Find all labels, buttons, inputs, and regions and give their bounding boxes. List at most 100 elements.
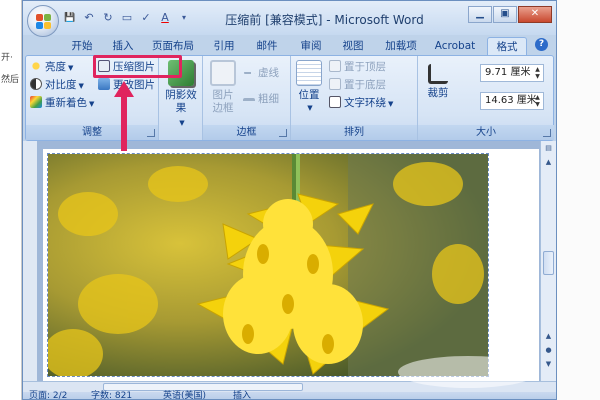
weight-button[interactable]: 粗细 bbox=[243, 92, 279, 106]
flower-image bbox=[48, 154, 488, 376]
group-arrange-label: 排列 bbox=[291, 125, 417, 140]
minimize-button[interactable]: ▁ bbox=[468, 6, 492, 23]
ribbon-tabs: 开始 插入 页面布局 引用 邮件 审阅 视图 加载项 Acrobat 格式 ? bbox=[23, 35, 556, 55]
tab-page-layout[interactable]: 页面布局 bbox=[143, 37, 203, 55]
office-logo-icon bbox=[36, 14, 51, 29]
border-dialog-launcher-icon[interactable] bbox=[279, 129, 287, 137]
dashes-label: 虚线 bbox=[258, 67, 279, 79]
horizontal-scroll-thumb[interactable] bbox=[103, 383, 303, 391]
close-button[interactable]: ✕ bbox=[518, 6, 552, 23]
picture-border-label-2: 边框 bbox=[212, 102, 234, 114]
position-button[interactable]: 位置 ▼ bbox=[293, 60, 325, 115]
vertical-scroll-thumb[interactable] bbox=[543, 251, 554, 275]
height-value: 9.71 厘米 bbox=[485, 67, 531, 78]
scroll-up-icon[interactable]: ▲ bbox=[543, 157, 554, 168]
brightness-icon bbox=[30, 60, 42, 72]
recolor-icon bbox=[30, 96, 42, 108]
compress-pictures-highlight bbox=[93, 55, 182, 78]
status-bar: 页面: 2/2 字数: 821 英语(美国) 插入 bbox=[23, 391, 556, 399]
crop-label: 裁剪 bbox=[427, 87, 449, 99]
bring-to-front-icon bbox=[329, 60, 341, 72]
tab-format[interactable]: 格式 bbox=[487, 37, 527, 55]
recolor-label: 重新着色 bbox=[45, 97, 87, 109]
weight-icon bbox=[243, 98, 255, 104]
tab-home[interactable]: 开始 bbox=[63, 37, 101, 55]
bring-to-front-label: 置于顶层 bbox=[344, 61, 386, 73]
weight-label: 粗细 bbox=[258, 93, 279, 105]
crop-button[interactable]: 裁剪 bbox=[420, 60, 456, 100]
group-size-label: 大小 bbox=[418, 125, 554, 140]
text-wrap-button[interactable]: 文字环绕 ▼ bbox=[329, 96, 393, 111]
tab-addins[interactable]: 加载项 bbox=[379, 37, 423, 55]
tab-references[interactable]: 引用 bbox=[208, 37, 240, 55]
restore-button[interactable]: ▣ bbox=[493, 6, 517, 23]
group-border: 图片 边框 虚线 粗细 边框 bbox=[203, 56, 291, 140]
position-label: 位置 bbox=[298, 89, 320, 101]
width-icon bbox=[462, 94, 474, 106]
brightness-button[interactable]: 亮度 ▼ bbox=[30, 60, 73, 75]
adjust-dialog-launcher-icon[interactable] bbox=[147, 129, 155, 137]
background-right bbox=[557, 0, 600, 400]
picture-border-button[interactable]: 图片 边框 bbox=[205, 60, 241, 115]
forsythia-photo[interactable] bbox=[47, 153, 489, 377]
document-area: ▤ ▲ ▲ ● ▼ bbox=[23, 141, 556, 381]
background-text-2: 然后 bbox=[1, 75, 20, 85]
tab-review[interactable]: 审阅 bbox=[295, 37, 327, 55]
text-wrap-icon bbox=[329, 96, 341, 108]
background-document: 开· 然后 bbox=[0, 0, 22, 400]
crop-icon bbox=[428, 64, 448, 84]
select-browse-object-icon[interactable]: ● bbox=[543, 345, 554, 356]
shadow-effects-label: 阴影效果 bbox=[165, 89, 197, 114]
contrast-button[interactable]: 对比度 ▼ bbox=[30, 78, 84, 93]
screen: 开· 然后 💾 ↶ ↻ ▭ ✓ A ▾ 压缩前 [兼容模式] - Microso… bbox=[0, 0, 600, 400]
background-text-1: 开· bbox=[1, 53, 13, 63]
help-icon[interactable]: ? bbox=[535, 38, 548, 51]
status-words[interactable]: 字数: 821 bbox=[91, 391, 132, 399]
height-icon bbox=[462, 66, 474, 78]
position-icon bbox=[296, 60, 322, 86]
status-page[interactable]: 页面: 2/2 bbox=[29, 391, 67, 399]
group-border-label: 边框 bbox=[203, 125, 290, 140]
bring-to-front-button[interactable]: 置于顶层 bbox=[329, 60, 386, 74]
group-adjust-label: 调整 bbox=[26, 125, 158, 140]
tab-mailings[interactable]: 邮件 bbox=[251, 37, 283, 55]
text-wrap-label: 文字环绕 bbox=[344, 97, 386, 109]
group-arrange: 位置 ▼ 置于顶层 置于底层 文字环绕 ▼ 排列 bbox=[291, 56, 418, 140]
change-picture-icon bbox=[98, 78, 110, 90]
height-input[interactable]: 9.71 厘米 ▲ ▼ bbox=[480, 64, 544, 82]
width-spinner-icon[interactable]: ▲ ▼ bbox=[533, 94, 542, 108]
contrast-label: 对比度 bbox=[45, 79, 77, 91]
next-page-icon[interactable]: ▼ bbox=[543, 359, 554, 370]
height-spinner-icon[interactable]: ▲ ▼ bbox=[533, 66, 542, 80]
size-dialog-launcher-icon[interactable] bbox=[543, 129, 551, 137]
window-controls: ▁ ▣ ✕ bbox=[468, 6, 552, 23]
status-language[interactable]: 英语(美国) bbox=[163, 391, 206, 399]
dashes-button[interactable]: 虚线 bbox=[243, 66, 279, 80]
scroll-ruler-toggle-icon[interactable]: ▤ bbox=[543, 143, 554, 154]
width-input[interactable]: 14.63 厘米 ▲ ▼ bbox=[480, 92, 544, 110]
send-to-back-icon bbox=[329, 78, 341, 90]
tab-acrobat[interactable]: Acrobat bbox=[431, 37, 479, 55]
width-value: 14.63 厘米 bbox=[485, 95, 537, 106]
word-window: 💾 ↶ ↻ ▭ ✓ A ▾ 压缩前 [兼容模式] - Microsoft Wor… bbox=[22, 0, 557, 400]
vertical-scrollbar[interactable]: ▤ ▲ ▲ ● ▼ bbox=[540, 141, 556, 381]
title-bar: 💾 ↶ ↻ ▭ ✓ A ▾ 压缩前 [兼容模式] - Microsoft Wor… bbox=[23, 1, 556, 37]
tab-insert[interactable]: 插入 bbox=[107, 37, 139, 55]
send-to-back-button[interactable]: 置于底层 bbox=[329, 78, 386, 92]
pointer-arrow-icon bbox=[114, 81, 134, 151]
brightness-label: 亮度 bbox=[45, 61, 66, 73]
send-to-back-label: 置于底层 bbox=[344, 79, 386, 91]
document-page bbox=[43, 149, 539, 381]
recolor-button[interactable]: 重新着色 ▼ bbox=[30, 96, 94, 111]
contrast-icon bbox=[30, 78, 42, 90]
watermark-logo bbox=[398, 356, 538, 388]
tab-view[interactable]: 视图 bbox=[337, 37, 369, 55]
previous-page-icon[interactable]: ▲ bbox=[543, 331, 554, 342]
picture-border-label-1: 图片 bbox=[212, 89, 234, 101]
status-insert-mode[interactable]: 插入 bbox=[233, 391, 251, 399]
office-button[interactable] bbox=[27, 5, 59, 37]
group-size: 裁剪 9.71 厘米 ▲ ▼ 14.63 厘米 ▲ ▼ 大小 bbox=[418, 56, 554, 140]
vertical-ruler bbox=[23, 141, 37, 381]
dashes-icon bbox=[243, 72, 255, 78]
picture-border-icon bbox=[210, 60, 236, 86]
